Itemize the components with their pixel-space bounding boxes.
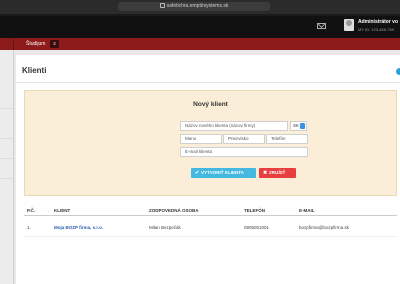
close-icon: ✖: [263, 170, 268, 176]
client-name-input[interactable]: Názov nového klienta (názov firmy): [180, 121, 288, 131]
create-client-button[interactable]: ✔ VYTVORIŤ KLIENTA: [191, 168, 256, 178]
user-id: MY ID: 123-456-789: [358, 27, 394, 32]
cancel-label: ZRUŠIŤ: [269, 170, 286, 175]
phone-input[interactable]: Telefón: [266, 134, 308, 144]
row-number: 1.: [27, 225, 31, 230]
check-icon: ✔: [195, 170, 200, 176]
sidebar-divider: [0, 138, 13, 139]
chevron-down-icon: [300, 123, 305, 129]
sidebar-divider: [0, 178, 13, 179]
email-input[interactable]: E-mail klienta: [180, 147, 308, 157]
lock-icon: [159, 3, 165, 9]
responsible-person: Milan Bezpečák: [149, 225, 181, 230]
sidebar-divider: [0, 158, 13, 159]
subnav-divider: [13, 38, 14, 50]
help-icon[interactable]: [396, 68, 400, 75]
column-header-client[interactable]: KLIENT: [54, 208, 70, 213]
sub-navigation: [0, 38, 400, 50]
address-text: safetichra.emptirsystems.sk: [166, 3, 229, 9]
title-divider: [16, 82, 400, 83]
user-name[interactable]: Administrátor vo: [358, 19, 398, 25]
language-select[interactable]: SK: [290, 121, 307, 131]
table-row-divider: [24, 236, 397, 237]
column-header-person[interactable]: ZODPOVEDNÁ OSOBA: [149, 208, 199, 213]
language-value: SK: [293, 123, 300, 128]
client-email: bozpfirma@bozpfirma.sk: [299, 225, 349, 230]
column-header-email[interactable]: E-MAIL: [299, 208, 315, 213]
envelope-icon[interactable]: [317, 23, 326, 29]
sidebar-divider: [0, 108, 13, 109]
column-header-number: P.Č.: [27, 208, 36, 213]
study-count-badge: 2: [50, 40, 59, 48]
page-title: Klienti: [22, 66, 47, 75]
sidebar: [0, 50, 14, 284]
avatar[interactable]: [344, 19, 354, 31]
create-client-label: VYTVORIŤ KLIENTA: [201, 170, 244, 175]
client-phone: 0905001001: [244, 225, 270, 230]
last-name-input[interactable]: Priezvisko: [223, 134, 265, 144]
table-header-divider: [24, 215, 397, 216]
column-header-phone[interactable]: TELEFÓN: [244, 208, 265, 213]
client-link[interactable]: Moja BOZP firma, s.r.o.: [54, 225, 103, 230]
app-header: [0, 16, 400, 38]
new-client-title: Nový klient: [193, 101, 228, 108]
nav-item-study[interactable]: Študijum: [26, 41, 45, 47]
cancel-button[interactable]: ✖ ZRUŠIŤ: [259, 168, 296, 178]
address-bar[interactable]: safetichra.emptirsystems.sk: [118, 2, 270, 11]
first-name-input[interactable]: Meno: [180, 134, 222, 144]
